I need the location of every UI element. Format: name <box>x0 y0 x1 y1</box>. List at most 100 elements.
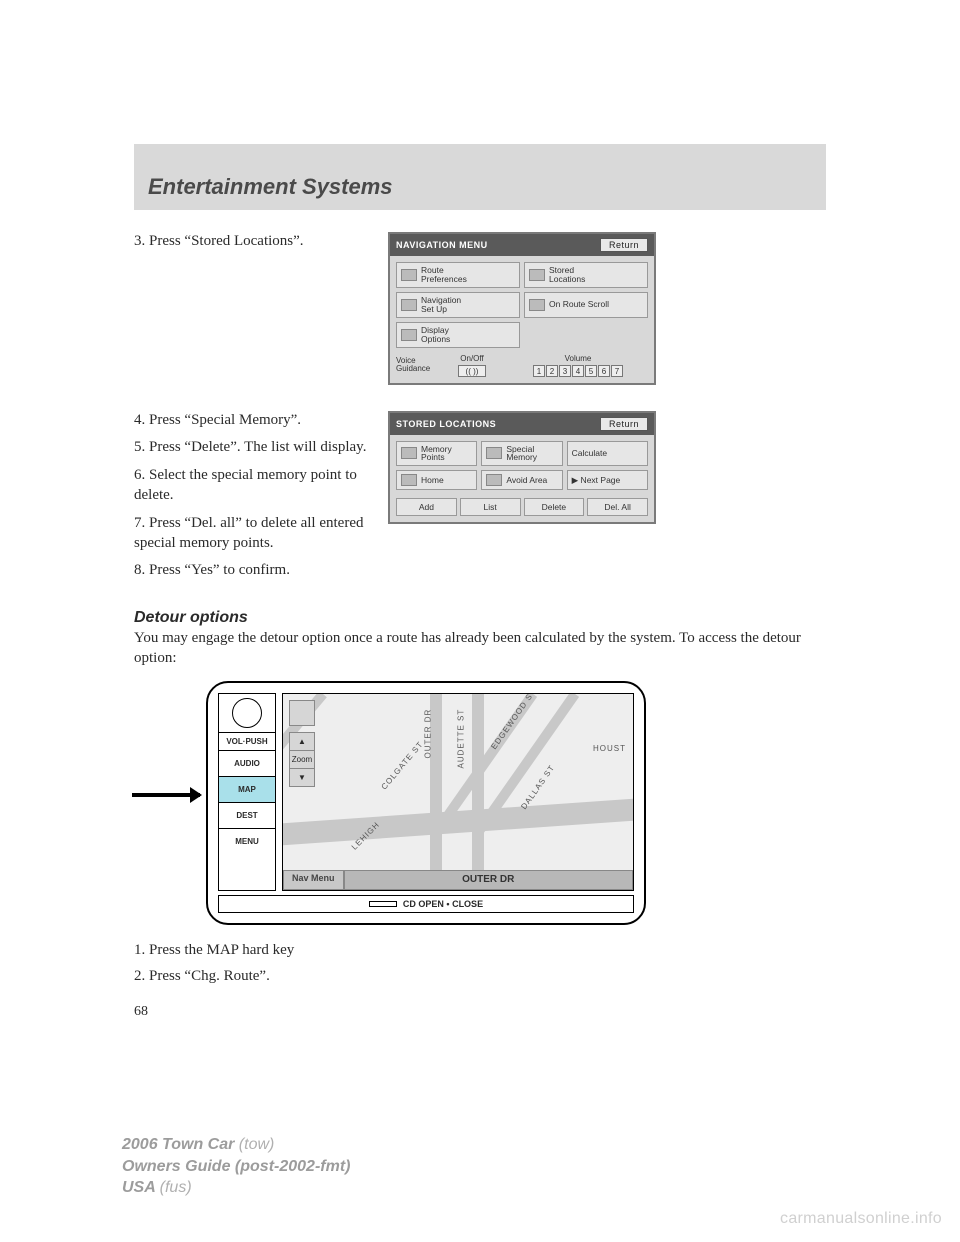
zoom-label: Zoom <box>290 751 314 769</box>
nav-menu-body: Route Preferences Stored Locations Navig… <box>390 256 654 383</box>
road-vertical-2 <box>472 694 484 890</box>
zoom-up-icon[interactable]: ▲ <box>290 733 314 751</box>
stored-loc-title: STORED LOCATIONS <box>396 419 496 429</box>
stored-loc-grid: Memory Points Special Memory Calculate H… <box>396 441 648 491</box>
dest-key[interactable]: DEST <box>219 802 275 828</box>
cd-bar: CD OPEN • CLOSE <box>218 895 634 913</box>
after-step2: 2. Press “Chg. Route”. <box>134 967 826 987</box>
footer-guide: Owners Guide (post-2002-fmt) <box>122 1156 350 1178</box>
gear-icon <box>401 299 417 311</box>
detour-heading: Detour options <box>134 609 826 627</box>
voice-guidance-label: Voice Guidance <box>396 357 436 373</box>
volume-bar[interactable]: 1 2 3 4 5 6 7 <box>508 365 648 377</box>
map-bottom-bar: Nav Menu OUTER DR <box>283 870 633 890</box>
audio-key[interactable]: AUDIO <box>219 750 275 776</box>
nav-menu-grid: Route Preferences Stored Locations Navig… <box>396 262 648 348</box>
special-icon <box>486 447 502 459</box>
zoom-control[interactable]: ▲ Zoom ▼ <box>289 732 315 787</box>
vol-3[interactable]: 3 <box>559 365 571 377</box>
cell-next-page[interactable]: ▶ Next Page <box>567 470 648 490</box>
street-outer: OUTER DR <box>424 708 433 758</box>
cell-home[interactable]: Home <box>396 470 477 490</box>
return-button[interactable]: Return <box>600 238 648 252</box>
nav-unit-diagram: VOL·PUSH AUDIO MAP DEST MENU LEHIGH COLG… <box>206 681 646 925</box>
vol-6[interactable]: 6 <box>598 365 610 377</box>
nav-menu-titlebar: NAVIGATION MENU Return <box>390 234 654 256</box>
vol-7[interactable]: 7 <box>611 365 623 377</box>
voice-onoff: On/Off (( )) <box>442 354 502 377</box>
display-icon <box>401 329 417 341</box>
scroll-icon <box>529 299 545 311</box>
nav-menu-button[interactable]: Nav Menu <box>283 870 344 890</box>
cell-special-memory[interactable]: Special Memory <box>481 441 562 467</box>
section-header: Entertainment Systems <box>134 144 826 210</box>
home-icon <box>401 474 417 486</box>
cell-calculate[interactable]: Calculate <box>567 441 648 467</box>
nav-cell-nav-setup[interactable]: Navigation Set Up <box>396 292 520 318</box>
step7: 7. Press “Del. all” to delete all entere… <box>134 514 374 554</box>
step3: 3. Press “Stored Locations”. <box>134 232 374 252</box>
map-key[interactable]: MAP <box>219 776 275 802</box>
nav-menu-title: NAVIGATION MENU <box>396 240 488 250</box>
detour-intro: You may engage the detour option once a … <box>134 629 826 669</box>
step3-row: 3. Press “Stored Locations”. NAVIGATION … <box>134 232 826 385</box>
voice-guidance-row: Voice Guidance On/Off (( )) Volume 1 2 3… <box>396 354 648 377</box>
step8: 8. Press “Yes” to confirm. <box>134 561 374 581</box>
pin-icon <box>529 269 545 281</box>
street-audette: AUDETTE ST <box>457 708 466 768</box>
nav-cell-route-scroll[interactable]: On Route Scroll <box>524 292 648 318</box>
step6: 6. Select the special memory point to de… <box>134 466 374 506</box>
street-colgate: COLGATE ST <box>380 739 426 791</box>
nav-cell-route-prefs[interactable]: Route Preferences <box>396 262 520 288</box>
vol-5[interactable]: 5 <box>585 365 597 377</box>
nav-cell-display-options[interactable]: Display Options <box>396 322 520 348</box>
steps-4-8-row: 4. Press “Special Memory”. 5. Press “Del… <box>134 411 826 590</box>
nav-cell-stored-locations[interactable]: Stored Locations <box>524 262 648 288</box>
stored-locations-screenshot: STORED LOCATIONS Return Memory Points Sp… <box>388 411 656 525</box>
onoff-toggle[interactable]: (( )) <box>458 365 486 377</box>
memory-icon <box>401 447 417 459</box>
street-houst: HOUST <box>593 744 626 753</box>
footer-model: 2006 Town Car <box>122 1136 234 1153</box>
vol-push-label: VOL·PUSH <box>219 732 275 750</box>
cell-memory-points[interactable]: Memory Points <box>396 441 477 467</box>
step4: 4. Press “Special Memory”. <box>134 411 374 431</box>
vol-1[interactable]: 1 <box>533 365 545 377</box>
knob-circle <box>232 698 262 728</box>
compass-button[interactable] <box>289 700 315 726</box>
cell-avoid-area[interactable]: Avoid Area <box>481 470 562 490</box>
route-icon <box>401 269 417 281</box>
watermark: carmanualsonline.info <box>780 1210 942 1228</box>
after-step1: 1. Press the MAP hard key <box>134 941 826 961</box>
page-number: 68 <box>134 1004 826 1020</box>
footer-region: USA <box>122 1179 155 1196</box>
cd-slot-icon <box>369 901 397 907</box>
pointer-arrow <box>132 793 200 797</box>
map-display: LEHIGH COLGATE ST OUTER DR AUDETTE ST ED… <box>282 693 634 891</box>
current-road: OUTER DR <box>344 870 633 890</box>
step5: 5. Press “Delete”. The list will display… <box>134 438 374 458</box>
navigation-menu-screenshot: NAVIGATION MENU Return Route Preferences… <box>388 232 656 385</box>
section-title: Entertainment Systems <box>148 174 812 200</box>
street-edgewood: EDGEWOOD ST <box>489 693 538 751</box>
vol-2[interactable]: 2 <box>546 365 558 377</box>
stored-loc-body: Memory Points Special Memory Calculate H… <box>390 435 654 523</box>
footer-code2: (fus) <box>160 1179 192 1196</box>
menu-key[interactable]: MENU <box>219 828 275 854</box>
step3-text: 3. Press “Stored Locations”. <box>134 232 374 260</box>
stored-loc-actions: Add List Delete Del. All <box>396 498 648 516</box>
page-content: Entertainment Systems 3. Press “Stored L… <box>134 144 826 1020</box>
vol-4[interactable]: 4 <box>572 365 584 377</box>
avoid-icon <box>486 474 502 486</box>
list-button[interactable]: List <box>460 498 521 516</box>
footer: 2006 Town Car (tow) Owners Guide (post-2… <box>122 1134 350 1199</box>
del-all-button[interactable]: Del. All <box>587 498 648 516</box>
volume-knob[interactable] <box>219 694 275 732</box>
return-button[interactable]: Return <box>600 417 648 431</box>
zoom-down-icon[interactable]: ▼ <box>290 769 314 786</box>
steps-4-8-text: 4. Press “Special Memory”. 5. Press “Del… <box>134 411 374 590</box>
cd-open-close[interactable]: CD OPEN • CLOSE <box>218 895 634 913</box>
delete-button[interactable]: Delete <box>524 498 585 516</box>
footer-code1: (tow) <box>239 1136 275 1153</box>
add-button[interactable]: Add <box>396 498 457 516</box>
